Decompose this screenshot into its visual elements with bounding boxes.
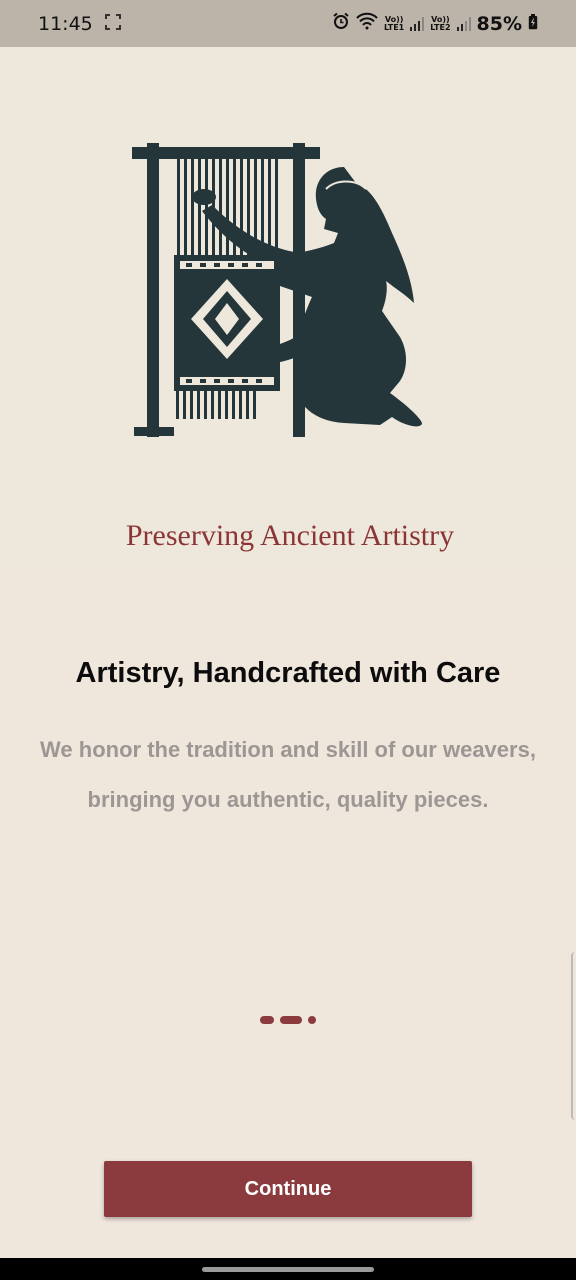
wifi-icon bbox=[356, 12, 378, 35]
navigation-bar bbox=[0, 1258, 576, 1280]
lte1-label: LTE1 bbox=[383, 22, 405, 32]
description-line-2: bringing you authentic, quality pieces. bbox=[87, 787, 489, 812]
page-indicator bbox=[0, 1016, 576, 1024]
page-dot[interactable] bbox=[260, 1016, 274, 1024]
lte2-indicator: Vo)) LTE2 bbox=[430, 15, 451, 32]
alarm-icon bbox=[332, 12, 350, 35]
status-time: 11:45 bbox=[38, 12, 93, 35]
hero-banner: Preserving Ancient Artistry bbox=[4, 47, 576, 571]
lte2-label: LTE2 bbox=[430, 22, 451, 32]
signal-icon-2 bbox=[456, 16, 471, 31]
battery-icon bbox=[528, 13, 538, 35]
description-line-1: We honor the tradition and skill of our … bbox=[40, 737, 536, 762]
status-bar: 11:45 Vo)) LTE1 Vo)) LTE2 85% bbox=[0, 0, 576, 47]
lte1-indicator: Vo)) LTE1 bbox=[383, 15, 405, 32]
page-dot-active[interactable] bbox=[280, 1016, 302, 1024]
signal-icon bbox=[410, 16, 425, 31]
screenshot-icon bbox=[104, 13, 121, 35]
home-gesture-pill[interactable] bbox=[202, 1267, 374, 1272]
edge-panel-handle[interactable] bbox=[571, 952, 576, 1120]
weaver-illustration bbox=[132, 143, 422, 437]
onboarding-title: Artistry, Handcrafted with Care bbox=[75, 657, 501, 689]
continue-button[interactable]: Continue bbox=[104, 1161, 472, 1217]
hero-tagline: Preserving Ancient Artistry bbox=[125, 519, 455, 552]
onboarding-description: We honor the tradition and skill of our … bbox=[0, 725, 576, 825]
page-dot[interactable] bbox=[308, 1016, 316, 1024]
battery-percent: 85% bbox=[476, 12, 522, 35]
status-left: 11:45 bbox=[38, 13, 121, 35]
status-right: Vo)) LTE1 Vo)) LTE2 85% bbox=[332, 12, 538, 35]
